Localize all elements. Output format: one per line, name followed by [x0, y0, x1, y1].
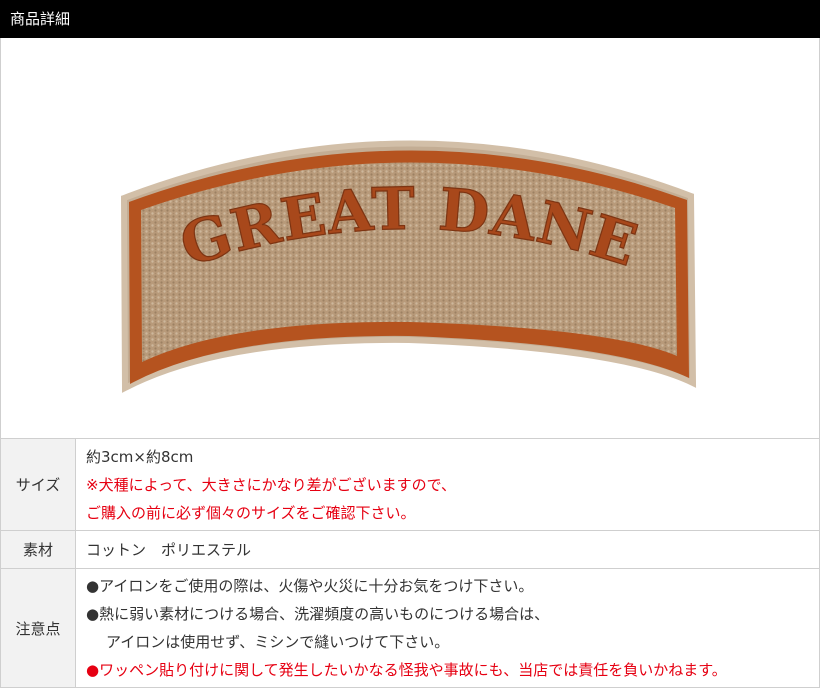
patch-image: GREAT DANE: [120, 140, 697, 393]
spec-table: サイズ 約3cm×約8cm ※犬種によって、大きさにかなり差がございますので、 …: [0, 438, 820, 688]
caution-line-1: ●アイロンをご使用の際は、火傷や火災に十分お気をつけ下さい。: [86, 577, 534, 595]
size-note-1: ※犬種によって、大きさにかなり差がございますので、: [86, 475, 457, 494]
spec-value-caution: ●アイロンをご使用の際は、火傷や火災に十分お気をつけ下さい。 ●熱に弱い素材につ…: [75, 568, 820, 688]
size-value: 約3cm×約8cm: [86, 447, 194, 466]
spec-row-material: 素材 コットン ポリエステル: [0, 530, 820, 569]
spec-value-material: コットン ポリエステル: [75, 530, 820, 569]
size-note-2: ご購入の前に必ず個々のサイズをご確認下さい。: [86, 503, 416, 522]
caution-line-3: アイロンは使用せず、ミシンで縫いつけて下さい。: [106, 633, 450, 651]
material-value: コットン ポリエステル: [86, 540, 252, 559]
section-title: 商品詳細: [10, 10, 71, 28]
spec-label-material: 素材: [0, 530, 76, 569]
caution-line-4: ●ワッペン貼り付けに関して発生したいかなる怪我や事故にも、当店では責任を負いかね…: [86, 661, 727, 679]
section-header: 商品詳細: [0, 0, 820, 38]
spec-row-size: サイズ 約3cm×約8cm ※犬種によって、大きさにかなり差がございますので、 …: [0, 438, 820, 531]
product-image-area: GREAT DANE: [0, 38, 820, 438]
spec-label-caution: 注意点: [0, 568, 76, 688]
spec-value-size: 約3cm×約8cm ※犬種によって、大きさにかなり差がございますので、 ご購入の…: [75, 438, 820, 531]
product-detail-page: 商品詳細 GREAT DANE サイズ 約3cm×約8cm ※犬種によって、大き…: [0, 0, 820, 689]
spec-label-size: サイズ: [0, 438, 76, 531]
spec-row-caution: 注意点 ●アイロンをご使用の際は、火傷や火災に十分お気をつけ下さい。 ●熱に弱い…: [0, 568, 820, 688]
caution-line-2: ●熱に弱い素材につける場合、洗濯頻度の高いものにつける場合は、: [86, 605, 550, 623]
